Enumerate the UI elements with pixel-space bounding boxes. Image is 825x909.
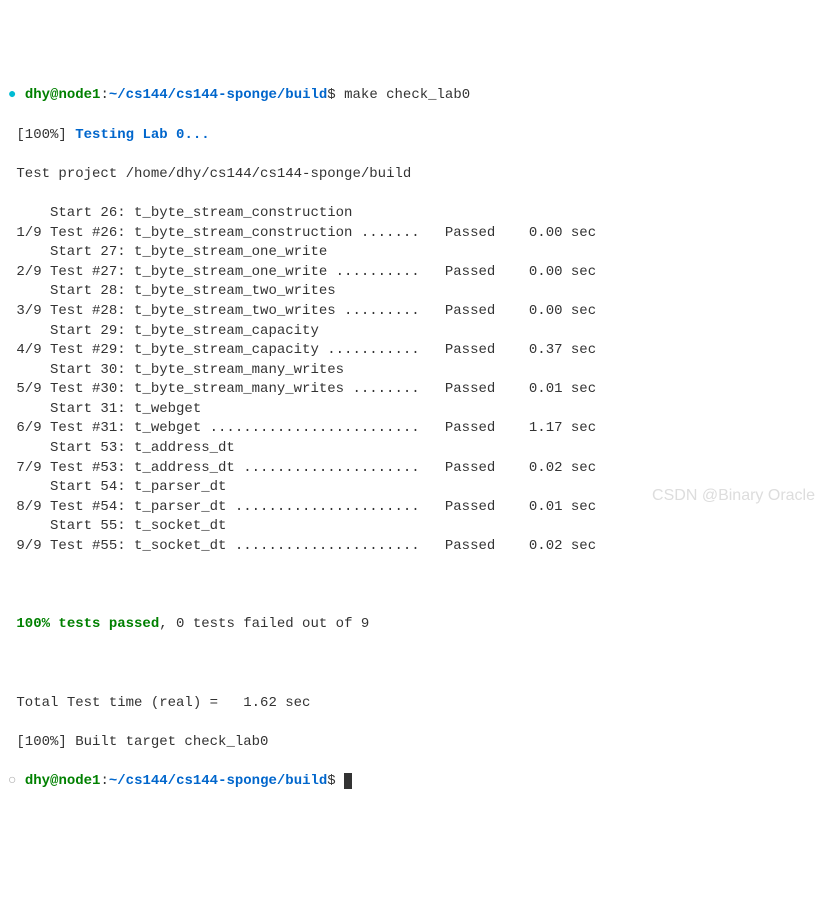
test-start-line: Start 26: t_byte_stream_construction bbox=[8, 204, 825, 224]
test-start-line: Start 53: t_address_dt bbox=[8, 439, 825, 459]
user: dhy bbox=[25, 773, 50, 789]
cwd-path: ~/cs144/cs144-sponge/build bbox=[109, 87, 327, 103]
test-start-line: Start 30: t_byte_stream_many_writes bbox=[8, 361, 825, 381]
test-result-line: 4/9 Test #29: t_byte_stream_capacity ...… bbox=[8, 341, 825, 361]
built-target: [100%] Built target check_lab0 bbox=[8, 733, 825, 753]
prompt-line-1: ● dhy@node1:~/cs144/cs144-sponge/build$ … bbox=[8, 86, 825, 106]
test-result-line: 5/9 Test #30: t_byte_stream_many_writes … bbox=[8, 380, 825, 400]
total-time: Total Test time (real) = 1.62 sec bbox=[8, 694, 825, 714]
bullet-icon: ○ bbox=[8, 773, 16, 789]
test-start-line: Start 31: t_webget bbox=[8, 400, 825, 420]
bullet-icon: ● bbox=[8, 87, 16, 103]
tests-passed: 100% tests passed bbox=[16, 616, 159, 632]
test-result-line: 3/9 Test #28: t_byte_stream_two_writes .… bbox=[8, 302, 825, 322]
test-start-line: Start 28: t_byte_stream_two_writes bbox=[8, 282, 825, 302]
test-result-line: 7/9 Test #53: t_address_dt .............… bbox=[8, 459, 825, 479]
blank-line bbox=[8, 576, 825, 596]
test-result-line: 8/9 Test #54: t_parser_dt ..............… bbox=[8, 498, 825, 518]
test-start-line: Start 29: t_byte_stream_capacity bbox=[8, 322, 825, 342]
test-start-line: Start 54: t_parser_dt bbox=[8, 478, 825, 498]
prompt-line-2[interactable]: ○ dhy@node1:~/cs144/cs144-sponge/build$ bbox=[8, 772, 825, 792]
test-result-line: 9/9 Test #55: t_socket_dt ..............… bbox=[8, 537, 825, 557]
progress-line: [100%] Testing Lab 0... bbox=[8, 126, 825, 146]
test-start-line: Start 55: t_socket_dt bbox=[8, 517, 825, 537]
project-line: Test project /home/dhy/cs144/cs144-spong… bbox=[8, 165, 825, 185]
host: node1 bbox=[58, 87, 100, 103]
blank-line bbox=[8, 655, 825, 675]
tests-output: Start 26: t_byte_stream_construction 1/9… bbox=[8, 204, 825, 557]
command: make check_lab0 bbox=[344, 87, 470, 103]
testing-label: Testing Lab 0... bbox=[75, 127, 209, 143]
test-start-line: Start 27: t_byte_stream_one_write bbox=[8, 243, 825, 263]
test-result-line: 6/9 Test #31: t_webget .................… bbox=[8, 419, 825, 439]
cwd-path: ~/cs144/cs144-sponge/build bbox=[109, 773, 327, 789]
cursor-icon bbox=[344, 773, 352, 789]
host: node1 bbox=[58, 773, 100, 789]
test-result-line: 1/9 Test #26: t_byte_stream_construction… bbox=[8, 224, 825, 244]
summary-line: 100% tests passed, 0 tests failed out of… bbox=[8, 615, 825, 635]
test-result-line: 2/9 Test #27: t_byte_stream_one_write ..… bbox=[8, 263, 825, 283]
user: dhy bbox=[25, 87, 50, 103]
